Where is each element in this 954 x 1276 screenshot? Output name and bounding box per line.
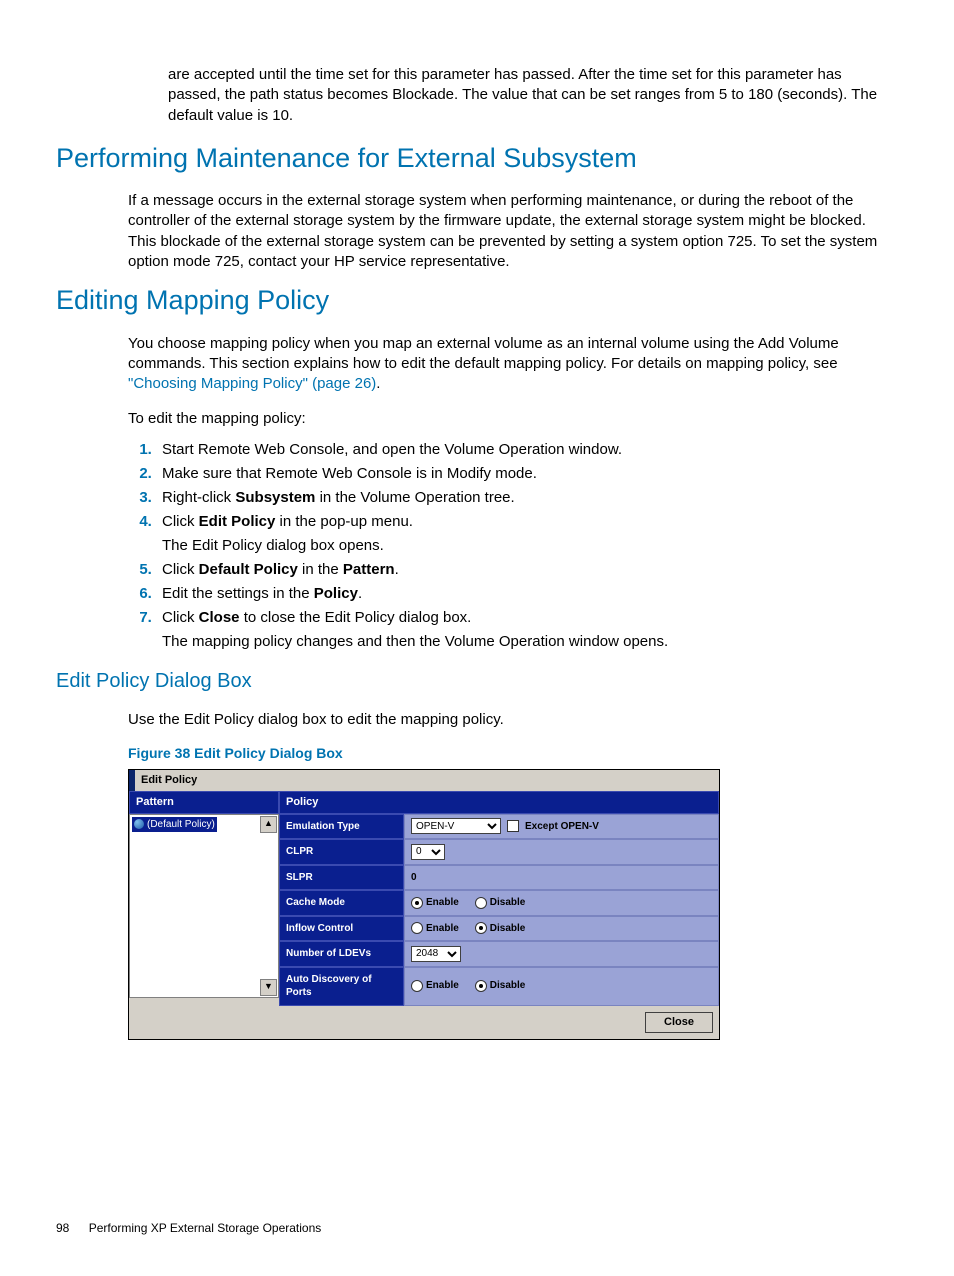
text: Make sure that Remote Web Console is in … (162, 465, 537, 482)
step-4-sub: The Edit Policy dialog box opens. (162, 536, 898, 556)
bold: Policy (314, 585, 358, 602)
bold: Pattern (343, 561, 395, 578)
emulation-type-select[interactable]: OPEN-V (411, 818, 501, 834)
pattern-column-header: Pattern (129, 791, 279, 814)
text: Click (162, 561, 199, 578)
close-button[interactable]: Close (645, 1012, 713, 1033)
step-5: Click Default Policy in the Pattern. (156, 560, 898, 580)
radio-selected-icon (475, 922, 487, 934)
radio-icon (475, 897, 487, 909)
label: Enable (426, 922, 459, 936)
row-label-inflow: Inflow Control (279, 916, 404, 942)
scroll-down-icon[interactable]: ▼ (260, 979, 277, 996)
page-footer: 98 Performing XP External Storage Operat… (56, 1220, 898, 1236)
step-3: Right-click Subsystem in the Volume Oper… (156, 488, 898, 508)
except-openv-checkbox[interactable] (507, 820, 519, 832)
label: Enable (426, 896, 459, 910)
row-label-slpr: SLPR (279, 865, 404, 891)
row-label-clpr: CLPR (279, 839, 404, 865)
row-label-emulation: Emulation Type (279, 814, 404, 840)
text: in the (298, 561, 343, 578)
row-value-slpr: 0 (404, 865, 719, 891)
text: Start Remote Web Console, and open the V… (162, 441, 622, 458)
section-heading-editing-mapping: Editing Mapping Policy (56, 282, 898, 318)
inflow-disable-radio[interactable]: Disable (475, 922, 526, 936)
row-value-cache: Enable Disable (404, 890, 719, 916)
scroll-up-icon[interactable]: ▲ (260, 816, 277, 833)
inflow-enable-radio[interactable]: Enable (411, 922, 459, 936)
radio-icon (411, 980, 423, 992)
step-1: Start Remote Web Console, and open the V… (156, 440, 898, 460)
row-label-cache: Cache Mode (279, 890, 404, 916)
label: Disable (490, 922, 526, 936)
mapping-paragraph-2: To edit the mapping policy: (128, 409, 898, 429)
cache-disable-radio[interactable]: Disable (475, 896, 526, 910)
figure-caption: Figure 38 Edit Policy Dialog Box (128, 744, 898, 763)
row-label-ldevs: Number of LDEVs (279, 941, 404, 967)
row-value-ldevs: 2048 (404, 941, 719, 967)
row-value-clpr: 0 (404, 839, 719, 865)
steps-list: Start Remote Web Console, and open the V… (128, 440, 898, 652)
step-6: Edit the settings in the Policy. (156, 584, 898, 604)
text: message occurs in the external storage s… (128, 192, 877, 270)
intro-paragraph: are accepted until the time set for this… (168, 65, 898, 126)
text: . (358, 585, 362, 602)
globe-icon (134, 819, 144, 829)
ldevs-select[interactable]: 2048 (411, 946, 461, 962)
row-value-emulation: OPEN-V Except OPEN-V (404, 814, 719, 840)
pattern-item-label: (Default Policy) (147, 818, 215, 832)
page-number: 98 (56, 1220, 69, 1236)
text: . (376, 375, 380, 392)
policy-column-header: Policy (279, 791, 719, 814)
row-value-inflow: Enable Disable (404, 916, 719, 942)
text: Right-click (162, 489, 235, 506)
text: in the Volume Operation tree. (315, 489, 514, 506)
row-label-autodisc: Auto Discovery of Ports (279, 967, 404, 1006)
bold: Edit Policy (199, 513, 276, 530)
section-heading-maintenance: Performing Maintenance for External Subs… (56, 140, 898, 176)
mapping-paragraph-1: You choose mapping policy when you map a… (128, 334, 898, 395)
link-choosing-mapping-policy[interactable]: "Choosing Mapping Policy" (page 26) (128, 375, 376, 392)
text: You choose mapping policy when you map a… (128, 335, 839, 372)
text: If a (128, 192, 153, 209)
subsection-edit-policy-dialog: Edit Policy Dialog Box (56, 668, 898, 695)
dialog-titlebar: Edit Policy (129, 770, 719, 791)
dialog-footer: Close (129, 1006, 719, 1039)
bold: Subsystem (235, 489, 315, 506)
row-value-autodisc: Enable Disable (404, 967, 719, 1006)
step-7-sub: The mapping policy changes and then the … (162, 632, 898, 652)
autodisc-enable-radio[interactable]: Enable (411, 979, 459, 993)
step-7: Click Close to close the Edit Policy dia… (156, 608, 898, 652)
clpr-select[interactable]: 0 (411, 844, 445, 860)
radio-icon (411, 922, 423, 934)
chapter-title: Performing XP External Storage Operation… (89, 1221, 322, 1235)
label: Enable (426, 979, 459, 993)
except-openv-label: Except OPEN-V (525, 820, 599, 834)
bold: Close (199, 609, 240, 626)
pattern-item-default[interactable]: (Default Policy) (132, 817, 217, 833)
text: Click (162, 513, 199, 530)
text: in the pop-up menu. (275, 513, 413, 530)
label: Disable (490, 979, 526, 993)
step-4: Click Edit Policy in the pop-up menu. Th… (156, 512, 898, 556)
text: Edit the settings in the (162, 585, 314, 602)
autodisc-disable-radio[interactable]: Disable (475, 979, 526, 993)
text: to close the Edit Policy dialog box. (240, 609, 472, 626)
edit-policy-dialog: Edit Policy Pattern Policy (Default Poli… (128, 769, 720, 1040)
text: . (395, 561, 399, 578)
step-2: Make sure that Remote Web Console is in … (156, 464, 898, 484)
bold: Default Policy (199, 561, 298, 578)
radio-selected-icon (475, 980, 487, 992)
text: Click (162, 609, 199, 626)
label: Disable (490, 896, 526, 910)
radio-selected-icon (411, 897, 423, 909)
cache-enable-radio[interactable]: Enable (411, 896, 459, 910)
edit-policy-paragraph: Use the Edit Policy dialog box to edit t… (128, 710, 898, 730)
maintenance-paragraph: If a message occurs in the external stor… (128, 191, 898, 272)
pattern-list-pane[interactable]: (Default Policy) ▲ ▼ (129, 814, 279, 998)
